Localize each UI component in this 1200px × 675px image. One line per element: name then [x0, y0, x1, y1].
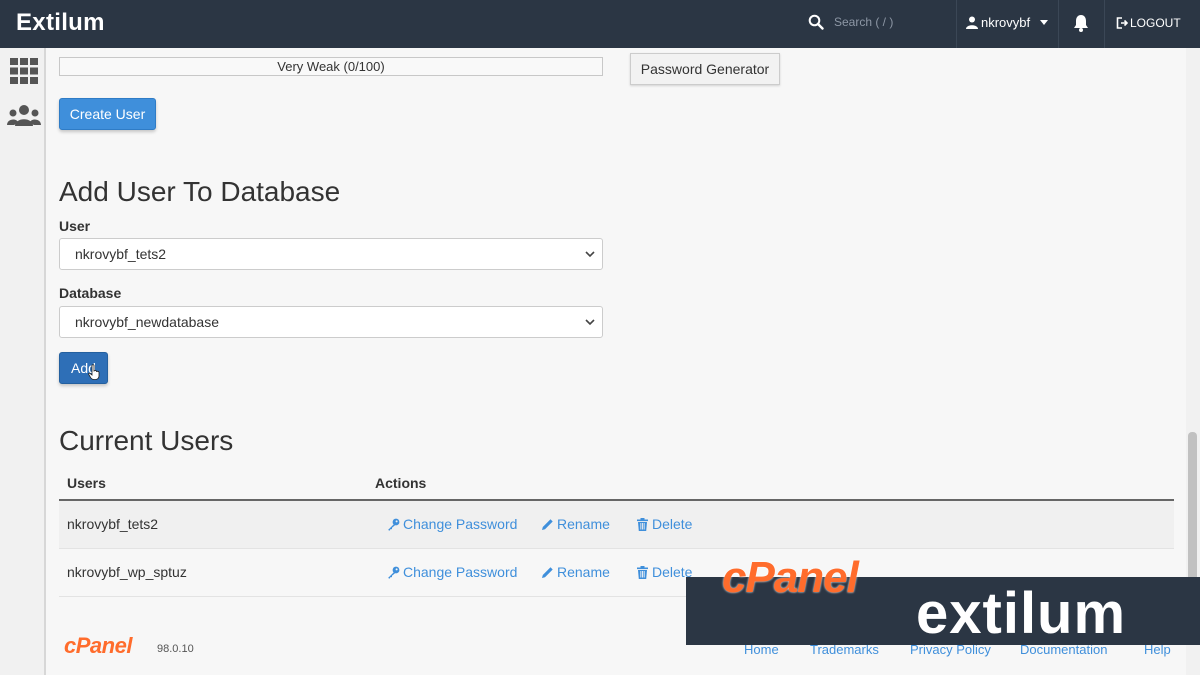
trash-icon [637, 517, 648, 531]
search-placeholder[interactable]: Search ( / ) [834, 15, 893, 29]
change-password-label: Change Password [403, 564, 518, 580]
pencil-icon [542, 566, 553, 578]
top-navbar: Extilum Search ( / ) nkrovybf LOGOUT [0, 0, 1200, 48]
table-row: nkrovybf_tets2 Change Password Rename De… [59, 501, 1174, 549]
column-header-actions: Actions [375, 475, 427, 491]
delete-link[interactable]: Delete [636, 516, 692, 532]
change-password-label: Change Password [403, 516, 518, 532]
delete-label: Delete [652, 516, 693, 532]
watermark-cpanel-logo: cPanel [722, 553, 859, 602]
database-select-label: Database [59, 285, 122, 301]
rename-label: Rename [557, 564, 610, 580]
pencil-icon [542, 518, 553, 530]
create-user-button[interactable]: Create User [59, 98, 156, 130]
change-password-link[interactable]: Change Password [387, 516, 517, 532]
delete-link[interactable]: Delete [636, 564, 692, 580]
users-icon[interactable] [7, 104, 41, 128]
brand-logo[interactable]: Extilum [16, 9, 105, 37]
key-icon [388, 566, 400, 579]
user-select-label: User [59, 218, 91, 234]
bell-icon[interactable] [1073, 14, 1089, 32]
hand-cursor-icon [88, 364, 100, 380]
user-select[interactable]: nkrovybf_tets2 [59, 238, 603, 270]
search-box[interactable]: Search ( / ) [808, 14, 893, 30]
logout-icon [1116, 17, 1128, 29]
divider [956, 0, 957, 48]
user-menu[interactable]: nkrovybf [966, 15, 1049, 30]
cpanel-version: 98.0.10 [157, 643, 194, 655]
rename-link[interactable]: Rename [541, 516, 610, 532]
section-title-add-user: Add User To Database [59, 176, 341, 207]
chevron-down-icon [585, 319, 595, 326]
database-select-value: nkrovybf_newdatabase [75, 314, 219, 330]
column-header-users: Users [67, 475, 106, 491]
logout-button[interactable]: LOGOUT [1116, 16, 1181, 30]
grid-icon[interactable] [10, 58, 38, 84]
username-label: nkrovybf [981, 15, 1031, 30]
table-header: Users Actions [59, 466, 1174, 501]
cpanel-footer-logo[interactable]: cPanel [64, 633, 132, 659]
rename-label: Rename [557, 516, 610, 532]
password-strength-meter: Very Weak (0/100) [59, 57, 603, 76]
chevron-down-icon [1040, 20, 1049, 25]
watermark-extilum-logo: extilum [916, 581, 1127, 646]
change-password-link[interactable]: Change Password [387, 564, 517, 580]
chevron-down-icon [585, 251, 595, 258]
section-title-current-users: Current Users [59, 425, 234, 456]
divider [1104, 0, 1105, 48]
user-name-cell: nkrovybf_tets2 [67, 516, 159, 532]
database-select[interactable]: nkrovybf_newdatabase [59, 306, 603, 338]
logout-label: LOGOUT [1130, 16, 1181, 30]
user-name-cell: nkrovybf_wp_sptuz [67, 564, 187, 580]
user-icon [966, 16, 978, 29]
rename-link[interactable]: Rename [541, 564, 610, 580]
divider [1058, 0, 1059, 48]
add-button[interactable]: Add [59, 352, 108, 384]
user-select-value: nkrovybf_tets2 [75, 246, 167, 262]
password-generator-button[interactable]: Password Generator [630, 53, 780, 85]
sidebar [0, 48, 46, 675]
trash-icon [637, 565, 648, 579]
search-icon [808, 14, 824, 30]
key-icon [388, 518, 400, 531]
